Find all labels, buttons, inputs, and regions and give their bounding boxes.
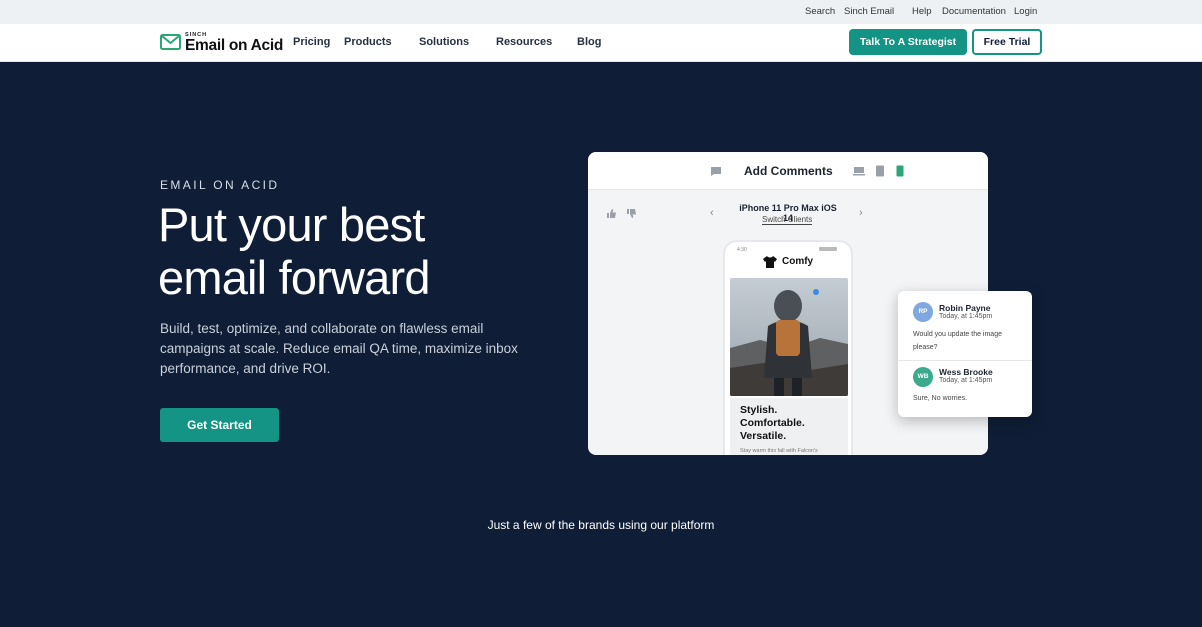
tagline-3: Versatile. [740,430,787,442]
free-trial-button[interactable]: Free Trial [972,29,1042,55]
comment-author: Robin Payne [939,303,991,313]
avatar: RP [913,302,933,322]
hero-headline: Put your best email forward [158,198,558,304]
mobile-icon[interactable] [896,165,904,177]
previous-client-arrow-icon[interactable]: ‹ [710,207,714,219]
mockup-title: Add Comments [744,164,833,178]
mockup-header: Add Comments [588,152,988,190]
nav-item-solutions[interactable]: Solutions [419,36,469,48]
login-link[interactable]: Login [1014,6,1037,17]
next-client-arrow-icon[interactable]: › [859,207,863,219]
tagline-1: Stylish. [740,404,778,416]
hiker-photo [730,278,848,396]
email-tagline: Stylish. Comfortable. Versatile. [740,404,840,443]
phone-signal-icon [819,247,837,251]
email-brand-name: Comfy [782,256,814,267]
comments-card: RP Robin Payne Today, at 1:45pm Would yo… [898,291,1032,417]
get-started-button[interactable]: Get Started [160,408,279,442]
tagline-2: Comfortable. [740,417,805,429]
hero-subtext: Build, test, optimize, and collaborate o… [160,321,518,376]
phone-preview: 4:30 Comfy Stylish. Comfortable. Versati… [723,240,853,455]
email-fine-print: Stay warm this fall with Falcon's [740,448,818,454]
phone-status-time: 4:30 [737,247,747,253]
avatar: WB [913,367,933,387]
utility-bar: Search Sinch Email Help Documentation Lo… [0,0,1202,24]
brands-caption: Just a few of the brands using our platf… [487,518,715,532]
tablet-icon[interactable] [875,165,885,177]
nav-item-products[interactable]: Products [344,36,392,48]
email-body: Stylish. Comfortable. Versatile. Stay wa… [730,398,848,455]
talk-to-strategist-button[interactable]: Talk To A Strategist [849,29,967,55]
envelope-logo-icon [160,34,181,50]
documentation-link[interactable]: Documentation [942,6,1006,17]
main-nav: SINCH Email on Acid Pricing Products Sol… [0,24,1202,62]
hero-eyebrow: EMAIL ON ACID [160,178,280,192]
comment-text: Sure, No worries. [913,395,968,402]
help-link[interactable]: Help [912,6,932,17]
nav-item-blog[interactable]: Blog [577,36,601,48]
headline-line-1: Put your best [158,198,425,251]
comment-icon [711,167,721,176]
tshirt-icon [763,256,777,268]
comment-author: Wess Brooke [939,367,993,377]
nav-item-resources[interactable]: Resources [496,36,552,48]
nav-item-pricing[interactable]: Pricing [293,36,330,48]
thumbs-up-icon[interactable] [606,208,617,219]
thumbs-down-icon[interactable] [626,208,637,219]
search-link[interactable]: Search [805,6,835,17]
comment-divider [898,360,1032,361]
comment-time: Today, at 1:45pm [939,377,993,384]
sinch-email-link[interactable]: Sinch Email [844,6,894,17]
desktop-icon[interactable] [853,166,865,176]
logo[interactable]: SINCH Email on Acid [160,32,283,56]
headline-line-2: email forward [158,251,431,304]
comment-time: Today, at 1:45pm [939,313,993,320]
comment-text: Would you update the image please? [913,331,1002,351]
switch-clients-link[interactable]: Switch Clients [762,215,813,225]
logo-text: Email on Acid [185,37,284,54]
